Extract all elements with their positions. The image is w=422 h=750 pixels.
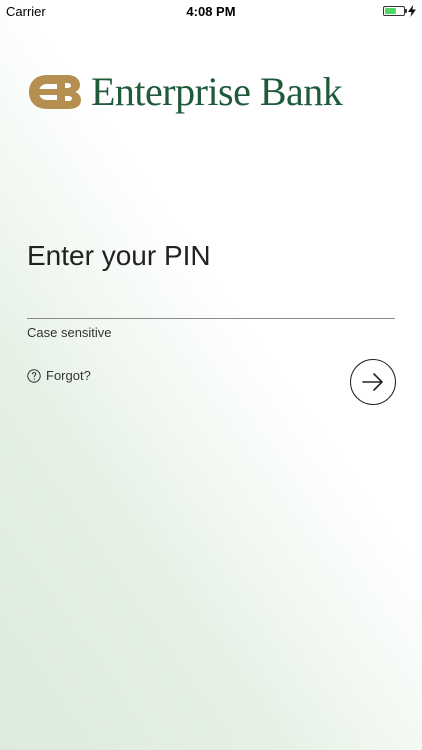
battery-indicator bbox=[383, 5, 416, 17]
battery-level-fill bbox=[385, 8, 396, 14]
enterprise-bank-logo-icon bbox=[29, 75, 81, 109]
status-bar: Carrier 4:08 PM bbox=[0, 0, 422, 22]
pin-input[interactable] bbox=[27, 290, 395, 319]
page-title: Enter your PIN bbox=[27, 240, 211, 271]
submit-pin-button[interactable] bbox=[350, 359, 396, 405]
help-circle-icon bbox=[27, 368, 41, 383]
arrow-right-circle-icon bbox=[362, 373, 383, 391]
forgot-label: Forgot? bbox=[46, 368, 91, 383]
pin-hint: Case sensitive bbox=[27, 325, 112, 340]
brand-logo: Enterprise Bank bbox=[27, 69, 343, 114]
status-time: 4:08 PM bbox=[186, 4, 236, 19]
battery-icon bbox=[383, 6, 407, 16]
brand-name: Enterprise Bank bbox=[91, 69, 343, 114]
charging-bolt-icon bbox=[408, 5, 416, 17]
forgot-link[interactable]: Forgot? bbox=[27, 368, 91, 383]
